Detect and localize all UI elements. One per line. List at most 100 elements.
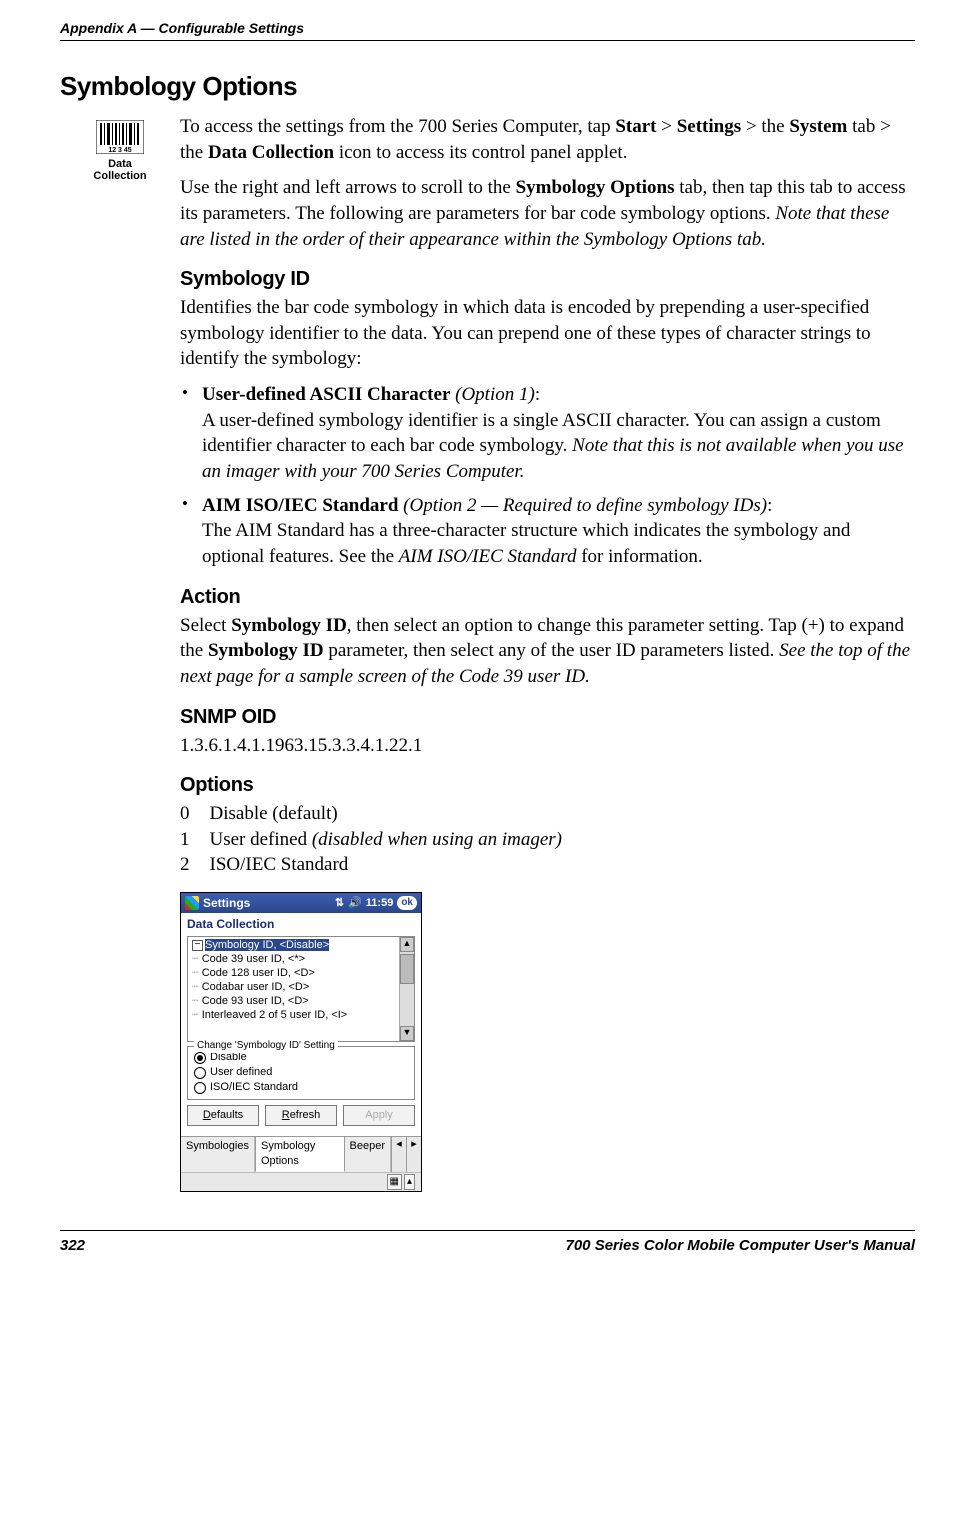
action-body: Select Symbology ID, then select an opti… bbox=[180, 613, 915, 690]
kw-symbology-options: Symbology Options bbox=[516, 177, 675, 198]
tab-symbology-options[interactable]: Symbology Options bbox=[255, 1136, 345, 1172]
tree-row-5[interactable]: ┈ Interleaved 2 of 5 user ID, <I> bbox=[190, 1008, 397, 1022]
radio-user-defined-label: User defined bbox=[210, 1065, 272, 1080]
opt-0-text: Disable (default) bbox=[210, 803, 338, 824]
b2-body-post: for information. bbox=[576, 546, 702, 567]
intro-p1-pre: To access the settings from the 700 Seri… bbox=[180, 116, 615, 137]
sep2: > the bbox=[741, 116, 789, 137]
header-sep: — bbox=[137, 20, 159, 36]
tab-beeper[interactable]: Beeper bbox=[345, 1137, 391, 1172]
opt-0-num: 0 bbox=[180, 801, 210, 827]
opt-2-num: 2 bbox=[180, 852, 210, 878]
b2-bold: AIM ISO/IEC Standard bbox=[202, 495, 398, 516]
kw-system: System bbox=[789, 116, 847, 137]
ppc-title: Settings bbox=[203, 895, 250, 911]
radio-icon-on[interactable] bbox=[194, 1052, 206, 1064]
header-chapter: Configurable Settings bbox=[159, 20, 304, 36]
tab-scroll-right-icon[interactable]: ▸ bbox=[406, 1137, 421, 1172]
icon-caption-2: Collection bbox=[60, 170, 180, 182]
option-row-1: 1 User defined (disabled when using an i… bbox=[180, 827, 582, 853]
defaults-button-label: Defaults bbox=[203, 1109, 243, 1121]
windows-flag-icon[interactable] bbox=[185, 896, 199, 910]
data-collection-icon-block: 12 3 45 Data Collection bbox=[60, 114, 180, 182]
defaults-button[interactable]: Defaults bbox=[187, 1105, 259, 1126]
header-appendix: Appendix A bbox=[60, 20, 137, 36]
ppc-app-title: Data Collection bbox=[181, 913, 421, 934]
refresh-button[interactable]: Refresh bbox=[265, 1105, 337, 1126]
ppc-tree[interactable]: −Symbology ID, <Disable> ┈ Code 39 user … bbox=[187, 936, 415, 1042]
scroll-thumb[interactable] bbox=[400, 954, 414, 984]
radio-icon-off[interactable] bbox=[194, 1067, 206, 1079]
radio-iso-iec[interactable]: ISO/IEC Standard bbox=[194, 1080, 408, 1095]
refresh-button-label: Refresh bbox=[282, 1109, 321, 1121]
keyboard-icon[interactable]: ▦ bbox=[387, 1174, 402, 1190]
manual-title: 700 Series Color Mobile Computer User's … bbox=[566, 1237, 916, 1254]
opt-1-text: User defined bbox=[210, 829, 312, 850]
kw-settings: Settings bbox=[677, 116, 741, 137]
change-setting-group: Change 'Symbology ID' Setting Disable Us… bbox=[187, 1046, 415, 1100]
action-mid2: parameter, then select any of the user I… bbox=[324, 640, 780, 661]
icon-caption-1: Data bbox=[60, 158, 180, 170]
apply-button-label: Apply bbox=[365, 1109, 393, 1121]
radio-user-defined[interactable]: User defined bbox=[194, 1065, 408, 1080]
barcode-icon: 12 3 45 bbox=[96, 120, 144, 154]
connectivity-icon[interactable]: ⇅ bbox=[335, 896, 344, 911]
pocketpc-screenshot: Settings ⇅ 🔊 11:59 ok Data Collection −S… bbox=[180, 892, 422, 1191]
ppc-clock: 11:59 bbox=[366, 896, 394, 911]
tree-row-0[interactable]: −Symbology ID, <Disable> bbox=[190, 938, 397, 952]
ppc-titlebar: Settings ⇅ 🔊 11:59 ok bbox=[181, 893, 421, 913]
tree-row-2-label: Code 128 user ID, <D> bbox=[202, 967, 315, 979]
tree-row-4[interactable]: ┈ Code 93 user ID, <D> bbox=[190, 994, 397, 1008]
option-row-2: 2 ISO/IEC Standard bbox=[180, 852, 582, 878]
b1-ital: (Option 1) bbox=[450, 384, 534, 405]
tree-row-4-label: Code 93 user ID, <D> bbox=[202, 995, 309, 1007]
speaker-icon[interactable]: 🔊 bbox=[348, 896, 362, 911]
intro-p2-pre: Use the right and left arrows to scroll … bbox=[180, 177, 516, 198]
tree-row-2[interactable]: ┈ Code 128 user ID, <D> bbox=[190, 966, 397, 980]
intro-p2: Use the right and left arrows to scroll … bbox=[180, 175, 915, 252]
heading-options: Options bbox=[180, 772, 915, 799]
action-bold1: Symbology ID bbox=[231, 615, 347, 636]
apply-button: Apply bbox=[343, 1105, 415, 1126]
sep1: > bbox=[657, 116, 677, 137]
tree-row-3-label: Codabar user ID, <D> bbox=[202, 981, 310, 993]
tree-row-0-label: Symbology ID, <Disable> bbox=[205, 939, 329, 951]
b1-bold: User-defined ASCII Character bbox=[202, 384, 450, 405]
ppc-tabbar[interactable]: Symbologies Symbology Options Beeper ◂ ▸ bbox=[181, 1136, 421, 1172]
symbology-id-body: Identifies the bar code symbology in whi… bbox=[180, 295, 915, 372]
action-bold2: Symbology ID bbox=[208, 640, 324, 661]
kw-start: Start bbox=[615, 116, 656, 137]
sip-menu-icon[interactable]: ▴ bbox=[404, 1174, 415, 1190]
scroll-up-icon[interactable]: ▲ bbox=[400, 937, 414, 952]
scroll-down-icon[interactable]: ▼ bbox=[400, 1026, 414, 1041]
b2-ital: (Option 2 — Required to define symbology… bbox=[398, 495, 767, 516]
svg-text:12 3 45: 12 3 45 bbox=[108, 147, 131, 154]
radio-icon-off[interactable] bbox=[194, 1082, 206, 1094]
tree-row-1[interactable]: ┈ Code 39 user ID, <*> bbox=[190, 952, 397, 966]
tree-row-5-label: Interleaved 2 of 5 user ID, <I> bbox=[202, 1009, 348, 1021]
heading-symbology-id: Symbology ID bbox=[180, 266, 915, 293]
tab-symbologies[interactable]: Symbologies bbox=[181, 1137, 255, 1172]
kw-datacollection: Data Collection bbox=[208, 142, 334, 163]
intro-p1-post: icon to access its control panel applet. bbox=[334, 142, 627, 163]
tree-scrollbar[interactable]: ▲ ▼ bbox=[399, 937, 414, 1041]
heading-snmp-oid: SNMP OID bbox=[180, 704, 915, 731]
opt-2-text: ISO/IEC Standard bbox=[210, 854, 349, 875]
tree-row-1-label: Code 39 user ID, <*> bbox=[202, 953, 305, 965]
change-setting-legend: Change 'Symbology ID' Setting bbox=[194, 1039, 338, 1053]
bullet-aim-standard: AIM ISO/IEC Standard (Option 2 — Require… bbox=[180, 493, 915, 570]
tab-scroll-left-icon[interactable]: ◂ bbox=[391, 1137, 406, 1172]
b2-colon: : bbox=[767, 495, 772, 516]
opt-1-num: 1 bbox=[180, 827, 210, 853]
ok-button[interactable]: ok bbox=[397, 896, 417, 910]
intro-p1: To access the settings from the 700 Seri… bbox=[180, 114, 915, 165]
heading-action: Action bbox=[180, 584, 915, 611]
bullet-user-defined: User-defined ASCII Character (Option 1):… bbox=[180, 382, 915, 485]
page-number: 322 bbox=[60, 1237, 85, 1254]
section-title: Symbology Options bbox=[60, 71, 915, 102]
opt-1-ital: (disabled when using an imager) bbox=[312, 829, 562, 850]
tree-row-3[interactable]: ┈ Codabar user ID, <D> bbox=[190, 980, 397, 994]
collapse-icon[interactable]: − bbox=[192, 940, 203, 951]
ppc-status: ⇅ 🔊 11:59 ok bbox=[335, 896, 417, 911]
running-header: Appendix A — Configurable Settings bbox=[60, 20, 915, 41]
